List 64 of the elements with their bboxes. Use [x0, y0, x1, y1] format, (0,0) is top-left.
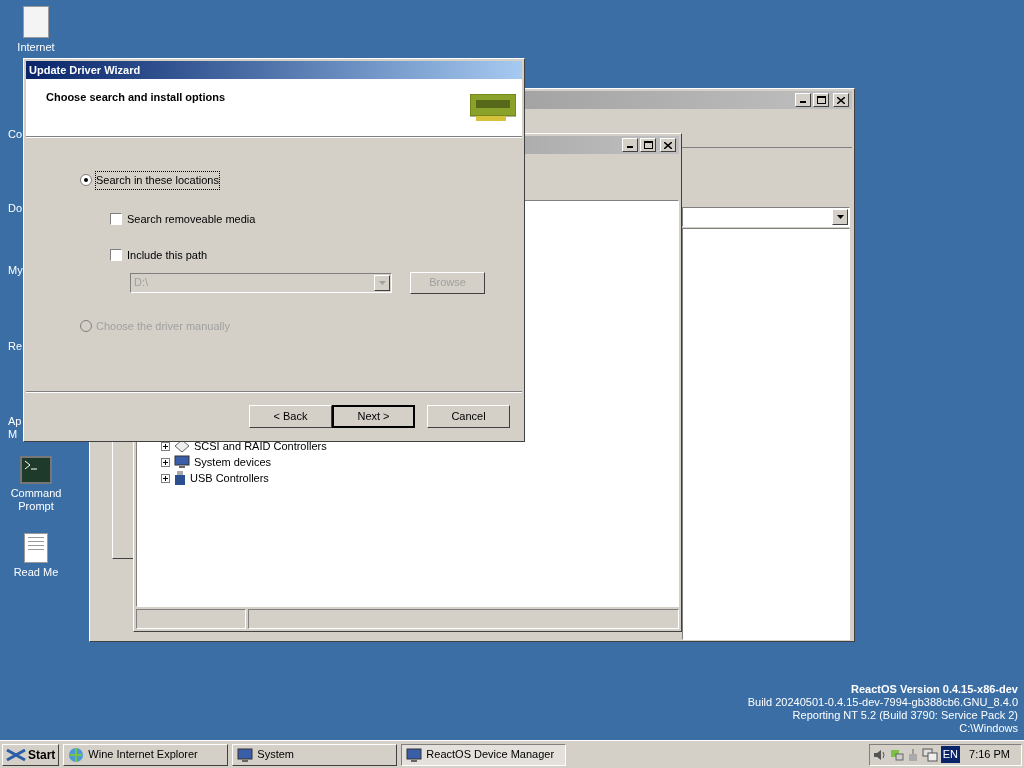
- windows-icon[interactable]: [921, 747, 938, 762]
- globe-icon: [68, 746, 85, 763]
- checkbox[interactable]: [110, 249, 122, 262]
- desktop-icon-label[interactable]: Read Me: [13, 566, 59, 579]
- minimize-button[interactable]: [795, 93, 811, 107]
- page-heading: Choose search and install options: [46, 90, 226, 105]
- speaker-icon[interactable]: [872, 747, 887, 762]
- close-icon: [664, 141, 672, 149]
- version-text: C:\Windows: [959, 722, 1018, 735]
- desktop-icon-label[interactable]: Ap: [8, 415, 22, 428]
- tree-item[interactable]: System devices: [194, 453, 272, 471]
- close-button[interactable]: [660, 138, 676, 152]
- desktop-icon-label[interactable]: Do: [8, 202, 23, 215]
- taskbar-button[interactable]: ReactOS Device Manager: [401, 743, 567, 766]
- clock[interactable]: 7:16 PM: [969, 746, 1010, 763]
- wizard-button[interactable]: < Back: [249, 404, 332, 428]
- logo-icon: [6, 747, 26, 762]
- plus-icon: [163, 459, 168, 465]
- version-text: Reporting NT 5.2 (Build 3790: Service Pack 2): [792, 709, 1018, 722]
- desktop-icon-label[interactable]: Re: [8, 340, 23, 353]
- usb-plug-icon: [174, 470, 186, 486]
- tree-item[interactable]: SCSI and RAID Controllers: [194, 437, 327, 455]
- radio-button[interactable]: [80, 174, 92, 187]
- document-icon[interactable]: [24, 533, 48, 563]
- monitor-icon: [174, 455, 190, 469]
- taskbar-button[interactable]: System: [232, 743, 398, 766]
- version-text: Build 20240501-0.4.15-dev-7994-gb388cb6.GNU_8.4.0: [747, 696, 1018, 709]
- page-icon[interactable]: [23, 6, 49, 38]
- close-icon: [837, 96, 845, 104]
- monitor-icon: [406, 746, 423, 763]
- expand-toggle[interactable]: [161, 457, 170, 467]
- maximize-button[interactable]: [813, 93, 829, 107]
- language-indicator[interactable]: EN: [940, 746, 961, 763]
- desktop-icon-label[interactable]: My: [8, 264, 23, 277]
- checkbox-label[interactable]: Include this path: [127, 247, 208, 264]
- circuit-board-icon: [470, 94, 516, 122]
- start-button[interactable]: Start: [2, 743, 60, 766]
- monitor-icon: [237, 746, 254, 763]
- maximize-button[interactable]: [640, 138, 656, 152]
- window-title: Update Driver Wizard: [29, 62, 141, 78]
- desktop-icon-label[interactable]: M: [8, 428, 18, 441]
- dropdown-field[interactable]: [682, 207, 850, 227]
- terminal-icon[interactable]: [20, 456, 52, 484]
- checkbox[interactable]: [110, 212, 122, 225]
- plus-icon: [163, 475, 168, 481]
- desktop-icon-label[interactable]: Command Prompt: [0, 487, 72, 513]
- dropdown-button[interactable]: [832, 209, 848, 225]
- version-text: ReactOS Version 0.4.15-x86-dev: [851, 683, 1018, 696]
- diamond-icon: [174, 439, 190, 453]
- radio-label[interactable]: Search in these locations: [96, 172, 219, 189]
- tree-item[interactable]: USB Controllers: [190, 469, 269, 487]
- desktop-icon-label[interactable]: Internet: [17, 41, 55, 54]
- desktop-icon-label[interactable]: Co: [8, 128, 23, 141]
- plus-icon: [163, 443, 168, 449]
- close-button[interactable]: [833, 93, 849, 107]
- taskbar-button[interactable]: Wine Internet Explorer: [63, 743, 229, 766]
- minimize-button[interactable]: [622, 138, 638, 152]
- expand-toggle[interactable]: [161, 441, 170, 451]
- wizard-button[interactable]: Cancel: [427, 404, 510, 428]
- wizard-button[interactable]: Next >: [332, 404, 415, 428]
- checkbox-label[interactable]: Search removeable media: [127, 210, 256, 227]
- caret-icon: [836, 215, 844, 219]
- caret-icon: [378, 280, 386, 285]
- expand-toggle[interactable]: [161, 473, 170, 483]
